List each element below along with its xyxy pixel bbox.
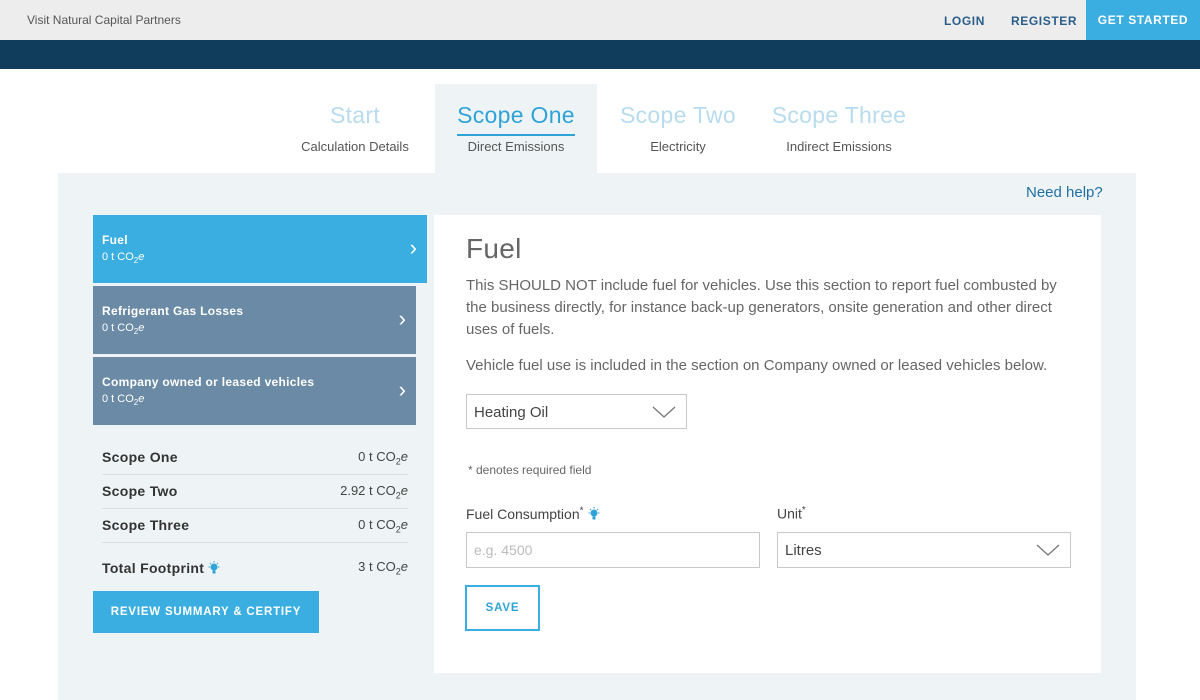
unit-select[interactable]: Litres [777, 532, 1071, 568]
summary-row-scope-two: Scope Two 2.92 t CO2e [102, 475, 408, 509]
fuel-type-select[interactable]: Heating Oil [466, 394, 687, 429]
form-note: Vehicle fuel use is included in the sect… [466, 357, 1048, 374]
tab-scope-three[interactable]: Scope Three Indirect Emissions [760, 84, 918, 174]
summary-row-total: Total Footprint 3 t CO2e [102, 551, 408, 585]
category-value: 0 t CO2e [102, 251, 145, 266]
category-refrigerant[interactable]: Refrigerant Gas Losses 0 t CO2e › [93, 286, 416, 354]
lightbulb-icon[interactable] [588, 507, 600, 521]
form-title: Fuel [466, 233, 522, 264]
summary-value: 0 t CO2e [358, 449, 408, 467]
category-name: Company owned or leased vehicles [102, 375, 315, 389]
tab-title: Scope Two [619, 102, 737, 128]
login-link[interactable]: LOGIN [944, 14, 985, 28]
category-value: 0 t CO2e [102, 393, 145, 408]
category-value: 0 t CO2e [102, 322, 145, 337]
tab-start[interactable]: Start Calculation Details [292, 84, 418, 174]
summary-row-scope-one: Scope One 0 t CO2e [102, 441, 408, 475]
summary-value: 2.92 t CO2e [340, 483, 408, 501]
save-button[interactable]: SAVE [465, 585, 540, 631]
tab-title: Scope Three [771, 102, 907, 128]
fuel-consumption-input[interactable] [466, 532, 760, 568]
summary-label: Total Footprint [102, 559, 220, 576]
need-help-link[interactable]: Need help? [1026, 184, 1103, 201]
tab-scope-one[interactable]: Scope One Direct Emissions [435, 84, 597, 174]
tab-title: Scope One [457, 102, 575, 128]
active-tab-underline [457, 134, 575, 136]
summary-label: Scope One [102, 449, 178, 465]
required-note: * denotes required field [468, 463, 592, 477]
fuel-consumption-label: Fuel Consumption* [466, 505, 600, 522]
chevron-right-icon: › [409, 235, 417, 260]
fuel-type-value: Heating Oil [474, 404, 549, 421]
category-name: Fuel [102, 233, 128, 247]
tab-subtitle: Electricity [650, 139, 706, 154]
chevron-down-icon [652, 406, 676, 418]
category-name: Refrigerant Gas Losses [102, 304, 244, 318]
category-vehicles[interactable]: Company owned or leased vehicles 0 t CO2… [93, 357, 416, 425]
category-fuel[interactable]: Fuel 0 t CO2e › [93, 215, 427, 283]
summary-label: Scope Two [102, 483, 178, 499]
header-band [0, 40, 1200, 69]
visit-partners-link[interactable]: Visit Natural Capital Partners [27, 13, 181, 27]
summary-value: 3 t CO2e [358, 559, 408, 577]
summary-label: Scope Three [102, 517, 190, 533]
unit-value: Litres [785, 542, 822, 559]
chevron-right-icon: › [398, 306, 406, 331]
get-started-button[interactable]: GET STARTED [1086, 0, 1200, 40]
chevron-down-icon [1036, 544, 1060, 556]
chevron-right-icon: › [398, 377, 406, 402]
top-bar: Visit Natural Capital Partners LOGIN REG… [0, 0, 1200, 40]
tab-scope-two[interactable]: Scope Two Electricity [610, 84, 746, 174]
tab-title: Start [329, 102, 381, 128]
summary-row-scope-three: Scope Three 0 t CO2e [102, 509, 408, 543]
register-link[interactable]: REGISTER [1011, 14, 1077, 28]
summary-value: 0 t CO2e [358, 517, 408, 535]
unit-label: Unit* [777, 505, 806, 522]
tab-subtitle: Indirect Emissions [786, 139, 892, 154]
tab-subtitle: Calculation Details [301, 139, 409, 154]
lightbulb-icon[interactable] [208, 561, 220, 575]
tab-subtitle: Direct Emissions [467, 139, 565, 154]
review-summary-button[interactable]: REVIEW SUMMARY & CERTIFY [93, 591, 319, 633]
form-description: This SHOULD NOT include fuel for vehicle… [466, 277, 1057, 338]
